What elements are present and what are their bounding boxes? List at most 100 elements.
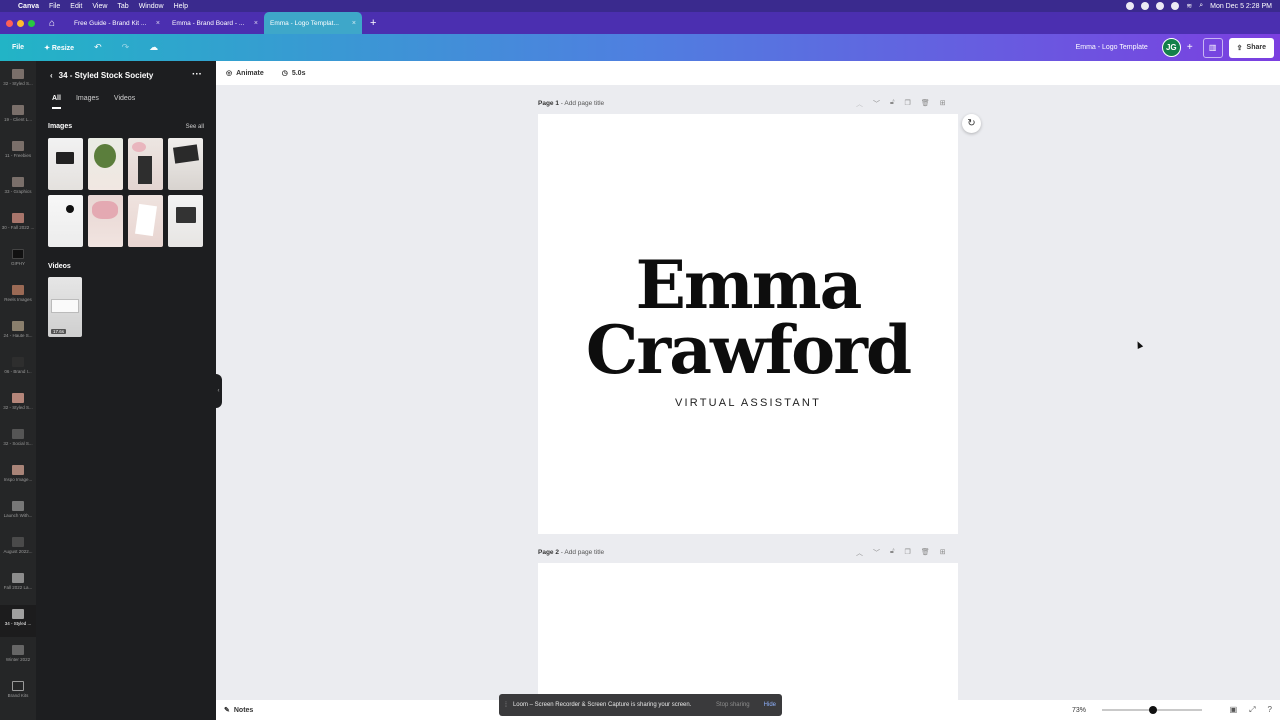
rail-item[interactable]: Brand Kits <box>0 681 36 698</box>
rail-item[interactable]: Reels Images <box>0 285 36 302</box>
design-page-2[interactable] <box>538 563 958 700</box>
close-tab-icon[interactable]: × <box>156 20 160 27</box>
stock-image-pink-tulips[interactable] <box>88 195 123 247</box>
status-icon[interactable] <box>1171 2 1180 10</box>
move-up-icon[interactable]: ︿ <box>856 99 863 109</box>
zoom-slider[interactable] <box>1102 706 1202 714</box>
lock-icon[interactable]: 🔓︎ <box>890 548 895 558</box>
status-icon[interactable] <box>1126 2 1135 10</box>
page-title-placeholder[interactable]: - Add page title <box>561 549 604 556</box>
logo-subtitle[interactable]: VIRTUAL ASSISTANT <box>538 397 958 409</box>
rail-item[interactable]: Winter 2022 <box>0 645 36 662</box>
design-page-1[interactable]: Emma Crawford VIRTUAL ASSISTANT <box>538 114 958 534</box>
close-tab-icon[interactable]: × <box>254 20 258 27</box>
stock-image-paper[interactable] <box>128 195 163 247</box>
animate-button[interactable]: ◎ Animate <box>226 69 264 78</box>
duration-button[interactable]: ◷ 5.0s <box>282 69 306 78</box>
hide-button[interactable]: Hide <box>764 702 776 708</box>
stock-image-tablet[interactable] <box>168 195 203 247</box>
fullscreen-icon[interactable]: ⤢ <box>1249 705 1255 715</box>
status-icon[interactable] <box>1156 2 1165 10</box>
move-down-icon[interactable]: ﹀ <box>873 99 880 109</box>
browser-tab-active[interactable]: Emma - Logo Templat... × <box>264 12 362 34</box>
zoom-slider-knob[interactable] <box>1149 706 1157 714</box>
file-menu-button[interactable]: File <box>12 44 24 51</box>
add-page-icon[interactable]: ⊞ <box>940 548 946 558</box>
avatar[interactable]: JG <box>1161 38 1181 57</box>
rail-item[interactable]: 24 - Haute S... <box>0 321 36 338</box>
stock-image-tulips[interactable] <box>128 138 163 190</box>
logo-last-name[interactable]: Crawford <box>538 311 958 389</box>
lock-icon[interactable]: 🔓︎ <box>890 99 895 109</box>
search-icon[interactable]: ⌕ <box>1199 2 1203 10</box>
share-button[interactable]: ⇪ Share <box>1228 37 1274 58</box>
rail-item[interactable]: 33 - Graphics <box>0 177 36 194</box>
undo-icon[interactable]: ↶ <box>94 42 102 53</box>
rail-item[interactable]: 06 - Brand I... <box>0 357 36 374</box>
tab-images[interactable]: Images <box>76 95 99 109</box>
stock-video[interactable]: 17.6s <box>48 277 82 337</box>
collapse-panel-handle[interactable]: ‹ <box>215 374 222 408</box>
stock-image-notebook[interactable] <box>48 195 83 247</box>
stock-image-desk[interactable] <box>48 138 83 190</box>
menu-tab[interactable]: Tab <box>117 3 128 10</box>
menu-view[interactable]: View <box>92 3 107 10</box>
minimize-window-button[interactable] <box>17 19 24 27</box>
rail-item[interactable]: 19 - Client L... <box>0 105 36 122</box>
insights-chart-icon[interactable]: ▥ <box>1202 37 1223 58</box>
rail-item[interactable]: Inspo Image... <box>0 465 36 482</box>
stop-sharing-button[interactable]: Stop sharing <box>716 702 750 708</box>
rail-item[interactable]: GIPHY <box>0 249 36 266</box>
browser-tab[interactable]: Free Guide - Brand Kit ... × <box>68 12 166 34</box>
redo-icon[interactable]: ↷ <box>122 42 130 53</box>
duplicate-icon[interactable]: ❐ <box>905 548 911 558</box>
rail-item[interactable]: Launch With... <box>0 501 36 518</box>
page-1-label[interactable]: Page 1 - Add page title <box>538 100 604 107</box>
see-all-link[interactable]: See all <box>186 124 204 130</box>
rail-item[interactable]: Fall 2022 La... <box>0 573 36 590</box>
menu-app-name[interactable]: Canva <box>18 3 39 10</box>
home-icon[interactable]: ⌂ <box>42 18 62 29</box>
resize-button[interactable]: ✦ Resize <box>44 44 74 52</box>
move-up-icon[interactable]: ︿ <box>856 548 863 558</box>
cloud-save-icon[interactable]: ☁ <box>149 42 158 53</box>
rail-item[interactable]: 11 - Freebies <box>0 141 36 158</box>
notes-button[interactable]: ✎ Notes <box>224 706 253 715</box>
rail-item[interactable]: 32 - Styled S... <box>0 393 36 410</box>
page-grid-icon[interactable]: ▣ <box>1230 705 1238 715</box>
zoom-percentage[interactable]: 73% <box>1072 707 1086 714</box>
delete-icon[interactable]: 🗑︎ <box>921 548 930 558</box>
document-title[interactable]: Emma - Logo Template <box>1076 44 1148 51</box>
wifi-icon[interactable]: ≋ <box>1186 2 1192 10</box>
close-tab-icon[interactable]: × <box>352 20 356 27</box>
close-window-button[interactable] <box>6 19 13 27</box>
duplicate-icon[interactable]: ❐ <box>905 99 911 109</box>
page-2-label[interactable]: Page 2 - Add page title <box>538 549 604 556</box>
delete-icon[interactable]: 🗑︎ <box>921 99 930 109</box>
rail-item[interactable]: 30 - Fall 2022 ... <box>0 213 36 230</box>
browser-tab[interactable]: Emma - Brand Board - ... × <box>166 12 264 34</box>
menu-file[interactable]: File <box>49 3 60 10</box>
menu-window[interactable]: Window <box>139 3 164 10</box>
menu-edit[interactable]: Edit <box>70 3 82 10</box>
new-tab-button[interactable]: + <box>370 17 376 29</box>
menu-help[interactable]: Help <box>174 3 188 10</box>
help-icon[interactable]: ? <box>1268 705 1272 715</box>
stock-image-plant[interactable] <box>88 138 123 190</box>
drag-handle-icon[interactable]: ⁞ <box>505 702 507 709</box>
zoom-window-button[interactable] <box>28 19 35 27</box>
more-options-icon[interactable]: ··· <box>192 69 202 80</box>
rail-item-active[interactable]: 34 - Styled ... <box>0 605 36 637</box>
rail-item[interactable]: August 2022... <box>0 537 36 554</box>
tab-all[interactable]: All <box>52 95 61 109</box>
refresh-icon[interactable]: ↻ <box>962 114 981 133</box>
status-icon[interactable] <box>1141 2 1150 10</box>
rail-item[interactable]: 32 - Social S... <box>0 429 36 446</box>
back-chevron-icon[interactable]: ‹ <box>50 71 53 80</box>
rail-item[interactable]: 32 - Styled S... <box>0 69 36 86</box>
add-page-icon[interactable]: ⊞ <box>940 99 946 109</box>
tab-videos[interactable]: Videos <box>114 95 135 109</box>
stock-image-laptop[interactable] <box>168 138 203 190</box>
page-title-placeholder[interactable]: - Add page title <box>561 100 604 107</box>
move-down-icon[interactable]: ﹀ <box>873 548 880 558</box>
